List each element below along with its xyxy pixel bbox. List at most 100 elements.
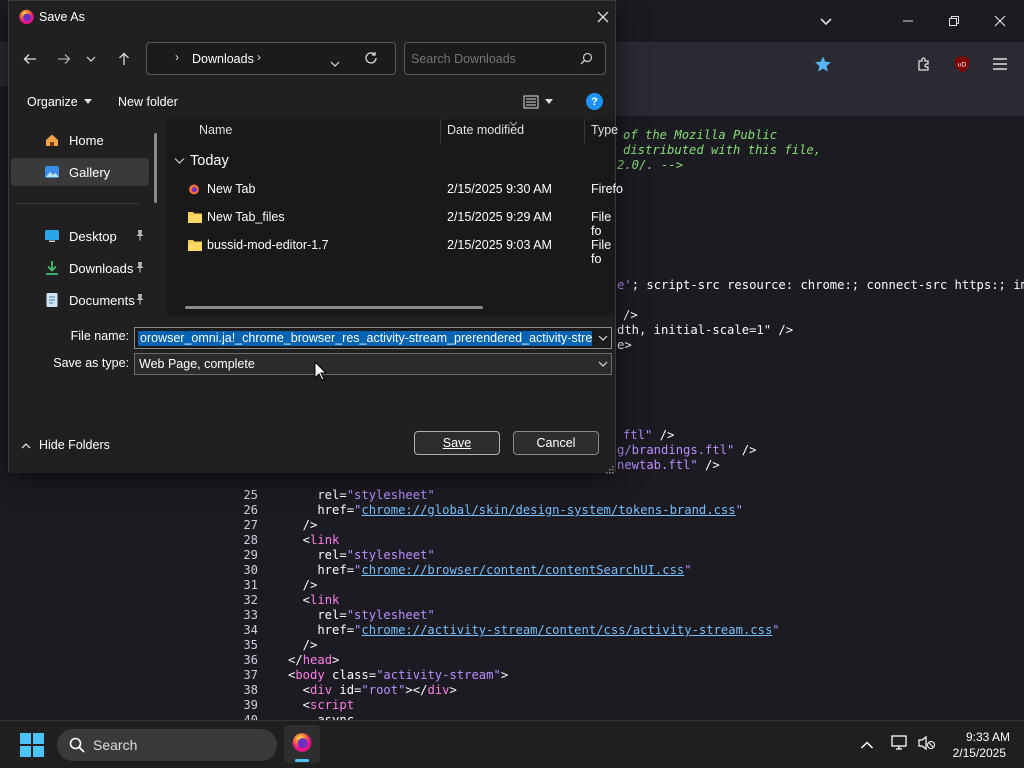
- line-number: 33: [243, 608, 258, 622]
- source-token: href=: [288, 623, 355, 637]
- organize-menu[interactable]: Organize: [27, 95, 92, 109]
- new-folder-button[interactable]: New folder: [118, 95, 178, 109]
- source-token: >: [449, 683, 457, 697]
- source-line: 30 href= "chrome://browser/content/conten…: [216, 563, 1024, 578]
- source-code: />: [288, 578, 318, 593]
- group-label: Today: [190, 153, 229, 169]
- line-number: 39: [243, 698, 258, 712]
- source-code: 2.0/. -->: [617, 158, 683, 173]
- source-token: "stylesheet": [346, 608, 435, 622]
- column-divider[interactable]: [440, 119, 441, 143]
- source-token: ": [735, 503, 743, 517]
- close-dialog-icon[interactable]: [593, 8, 613, 26]
- volume-muted-icon[interactable]: [918, 735, 936, 756]
- line-number: 30: [243, 563, 258, 577]
- nav-scrollbar-thumb[interactable]: [154, 133, 157, 203]
- file-row[interactable]: New Tab 2/15/2025 9:30 AM Firefo: [175, 175, 623, 203]
- file-row[interactable]: New Tab_files 2/15/2025 9:29 AM File fo: [175, 203, 615, 238]
- hamburger-icon[interactable]: [987, 52, 1013, 76]
- nav-item-desktop[interactable]: Desktop: [11, 222, 149, 250]
- group-collapse-chevron-icon[interactable]: [174, 157, 185, 165]
- source-token: ": [684, 563, 692, 577]
- column-header-date[interactable]: Date modified: [447, 123, 524, 137]
- line-number: 35: [243, 638, 258, 652]
- source-token: ></: [405, 683, 428, 697]
- cancel-button[interactable]: Cancel: [513, 431, 599, 455]
- address-dropdown-icon[interactable]: [330, 55, 340, 73]
- file-date-modified: 2/15/2025 9:03 AM: [447, 238, 552, 252]
- column-divider[interactable]: [584, 119, 585, 143]
- source-token: "root": [361, 683, 406, 697]
- folder-icon: [187, 238, 203, 255]
- group-header-today[interactable]: Today: [174, 153, 229, 169]
- source-token: >: [332, 653, 340, 667]
- horizontal-scrollbar-thumb[interactable]: [185, 306, 483, 309]
- save-as-type-select[interactable]: Web Page, complete: [134, 353, 612, 375]
- source-code: <body class="activity-stream">: [288, 668, 508, 683]
- save-button[interactable]: Save: [414, 431, 500, 455]
- address-crumb-downloads[interactable]: Downloads: [192, 52, 254, 66]
- nav-item-home[interactable]: Home: [11, 126, 149, 154]
- file-row[interactable]: bussid-mod-editor-1.7 2/15/2025 9:03 AM Fi…: [175, 231, 615, 266]
- ublock-label: uD: [958, 62, 967, 69]
- windows-start-icon[interactable]: [20, 733, 44, 762]
- line-number: 29: [243, 548, 258, 562]
- home-icon: [43, 131, 61, 149]
- taskbar-search[interactable]: Search: [57, 729, 277, 761]
- minimize-icon[interactable]: [888, 8, 928, 34]
- refresh-icon[interactable]: [364, 51, 378, 70]
- line-number: 34: [243, 623, 258, 637]
- view-options-button[interactable]: [523, 95, 553, 109]
- download-icon: [43, 259, 61, 277]
- source-link[interactable]: chrome://global/skin/design-system/token…: [361, 503, 735, 517]
- line-number: 31: [243, 578, 258, 592]
- source-token: href=: [288, 503, 355, 517]
- source-code: of the Mozilla Public: [623, 128, 777, 143]
- hide-folders-toggle[interactable]: Hide Folders: [21, 438, 110, 452]
- file-name-dropdown-icon[interactable]: [598, 335, 608, 342]
- nav-item-label: Documents: [69, 292, 135, 308]
- maximize-icon[interactable]: [934, 8, 974, 34]
- address-bar[interactable]: › Downloads ›: [146, 42, 396, 75]
- nav-item-documents[interactable]: Documents: [11, 286, 149, 314]
- taskbar-firefox-button[interactable]: [284, 725, 320, 763]
- file-name: New Tab_files: [207, 210, 285, 224]
- line-number: 27: [243, 518, 258, 532]
- puzzle-icon[interactable]: [911, 52, 937, 76]
- save-type-dropdown-icon: [598, 361, 608, 367]
- show-hidden-icons-chevron-icon[interactable]: [860, 737, 874, 755]
- star-icon[interactable]: [810, 52, 836, 76]
- close-window-icon[interactable]: [980, 8, 1020, 34]
- source-code: />: [623, 308, 638, 323]
- search-icon[interactable]: [580, 52, 593, 70]
- source-link[interactable]: chrome://browser/content/contentSearchUI…: [361, 563, 684, 577]
- file-name-field[interactable]: orowser_omni.ja!_chrome_browser_res_acti…: [134, 327, 612, 349]
- mouse-cursor-icon: [314, 360, 328, 386]
- pin-icon: [135, 293, 145, 308]
- source-code: ftl" />: [623, 428, 674, 443]
- resize-grip-icon[interactable]: [605, 461, 614, 479]
- column-header-name[interactable]: Name: [199, 123, 232, 137]
- source-token: rel=: [288, 608, 347, 622]
- address-chevron-icon: ›: [175, 50, 179, 64]
- crumb-separator-icon[interactable]: ›: [257, 50, 261, 64]
- taskbar-time[interactable]: 9:33 AM: [940, 730, 1010, 744]
- search-input[interactable]: [411, 49, 571, 69]
- column-header-type[interactable]: Type: [591, 123, 618, 137]
- source-link[interactable]: chrome://activity-stream/content/css/act…: [361, 623, 772, 637]
- source-line: 26 href= "chrome://global/skin/design-sys…: [216, 503, 1024, 518]
- tab-list-chevron-icon[interactable]: [806, 8, 846, 34]
- source-token: "activity-stream": [376, 668, 501, 682]
- help-icon[interactable]: ?: [586, 93, 603, 110]
- nav-item-gallery[interactable]: Gallery: [11, 158, 149, 186]
- taskbar-date[interactable]: 2/15/2025: [940, 746, 1006, 760]
- recent-locations-chevron-icon[interactable]: [81, 45, 101, 73]
- search-box[interactable]: [404, 42, 606, 75]
- nav-item-downloads[interactable]: Downloads: [11, 254, 149, 282]
- up-arrow-icon[interactable]: [110, 45, 138, 73]
- ublock-icon[interactable]: uD: [949, 52, 975, 76]
- back-arrow-icon[interactable]: [16, 45, 44, 73]
- line-number: 36: [243, 653, 258, 667]
- forward-arrow-icon[interactable]: [50, 45, 78, 73]
- network-icon[interactable]: [891, 735, 909, 756]
